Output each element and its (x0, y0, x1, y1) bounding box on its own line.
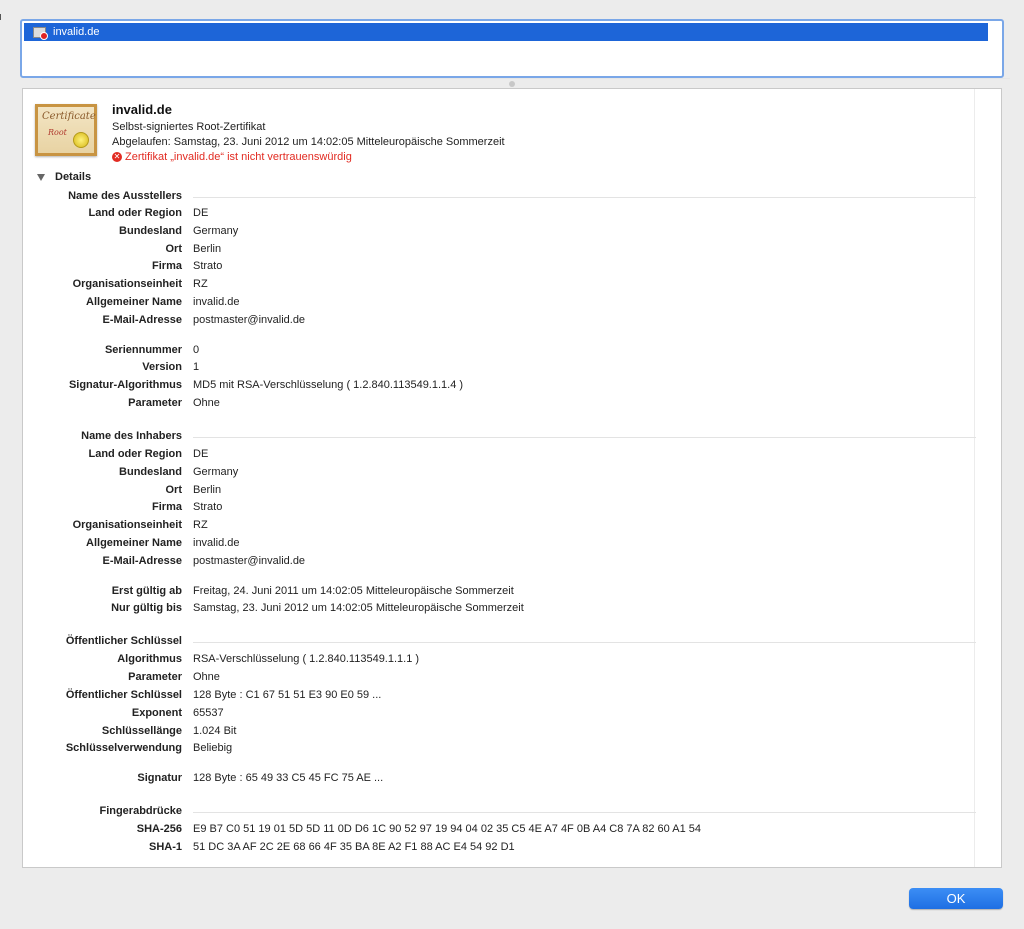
detail-value: Ohne (193, 397, 220, 409)
trust-warning-text: Zertifikat „invalid.de“ ist nicht vertra… (125, 151, 352, 163)
error-icon: ✕ (112, 152, 122, 162)
detail-value: Samstag, 23. Juni 2012 um 14:02:05 Mitte… (193, 602, 524, 614)
detail-label: Ort (165, 243, 183, 255)
detail-label: Exponent (131, 707, 182, 719)
detail-value: Beliebig (193, 742, 233, 754)
section-separator (193, 812, 976, 813)
detail-label: Signatur-Algorithmus (68, 379, 182, 391)
detail-label: Organisationseinheit (72, 519, 182, 531)
detail-value: RSA-Verschlüsselung ( 1.2.840.113549.1.1… (193, 653, 420, 665)
detail-value: Berlin (193, 484, 222, 496)
certificate-detail-panel[interactable]: Certificate Root invalid.de Selbst-signi… (22, 88, 1002, 868)
detail-value: DE (193, 448, 209, 460)
detail-value: MD5 mit RSA-Verschlüsselung ( 1.2.840.11… (193, 379, 464, 391)
detail-value: 128 Byte : 65 49 33 C5 45 FC 75 AE ... (193, 772, 384, 784)
section-title: Öffentlicher Schlüssel (65, 635, 182, 647)
split-view-handle[interactable] (509, 81, 515, 87)
detail-value: 0 (193, 344, 200, 356)
section-separator (193, 642, 976, 643)
detail-value: Germany (193, 466, 239, 478)
details-label: Details (55, 171, 92, 183)
detail-label: Bundesland (119, 225, 182, 237)
detail-value: Berlin (193, 243, 222, 255)
detail-label: Allgemeiner Name (86, 296, 182, 308)
detail-value: Strato (193, 501, 223, 513)
detail-label: Firma (152, 260, 182, 272)
detail-label: Ort (165, 484, 183, 496)
detail-label: E-Mail-Adresse (102, 555, 182, 567)
detail-label: Nur gültig bis (111, 602, 182, 614)
certificate-title: invalid.de (112, 102, 172, 117)
detail-value: Freitag, 24. Juni 2011 um 14:02:05 Mitte… (193, 585, 514, 597)
section-title: Name des Ausstellers (68, 190, 182, 202)
detail-label: Algorithmus (117, 653, 182, 665)
tree-item-label: invalid.de (53, 26, 100, 38)
detail-value: 51 DC 3A AF 2C 2E 68 66 4F 35 BA 8E A2 F… (193, 841, 515, 853)
certificate-expiry: Abgelaufen: Samstag, 23. Juni 2012 um 14… (112, 136, 505, 148)
detail-label: Land oder Region (88, 207, 183, 219)
detail-label: Parameter (128, 671, 182, 683)
detail-value: 1.024 Bit (193, 725, 237, 737)
detail-value: postmaster@invalid.de (193, 314, 306, 326)
tree-item-selected[interactable]: invalid.de (24, 23, 988, 41)
detail-label: Öffentlicher Schlüssel (65, 689, 182, 701)
section-separator (193, 197, 976, 198)
certificate-icon-root-text: Root (48, 128, 67, 137)
detail-label: SHA-256 (136, 823, 182, 835)
detail-label: Version (142, 361, 182, 373)
detail-label: SHA-1 (148, 841, 182, 853)
detail-value: 65537 (193, 707, 224, 719)
window-edge-mark (0, 14, 1, 20)
detail-value: RZ (193, 519, 208, 531)
certificate-icon-text: Certificate (42, 111, 96, 122)
detail-value: RZ (193, 278, 208, 290)
detail-label: Firma (152, 501, 182, 513)
detail-label: Schlüssellänge (101, 725, 182, 737)
detail-value: 1 (193, 361, 200, 373)
detail-label: Parameter (128, 397, 182, 409)
detail-value: Ohne (193, 671, 220, 683)
detail-label: Schlüsselverwendung (65, 742, 182, 754)
ok-button[interactable]: OK (909, 888, 1003, 909)
invalid-certificate-icon (33, 26, 48, 40)
detail-value: invalid.de (193, 537, 240, 549)
detail-label: Land oder Region (88, 448, 183, 460)
detail-label: Signatur (137, 772, 182, 784)
panel-inner-divider (974, 89, 975, 867)
detail-value: DE (193, 207, 209, 219)
section-separator (193, 437, 976, 438)
seal-icon (73, 132, 89, 148)
section-title: Name des Inhabers (81, 430, 182, 442)
detail-label: E-Mail-Adresse (102, 314, 182, 326)
certificate-icon: Certificate Root (35, 104, 97, 156)
trust-warning: ✕ Zertifikat „invalid.de“ ist nicht vert… (112, 151, 352, 163)
detail-value: postmaster@invalid.de (193, 555, 306, 567)
detail-label: Seriennummer (104, 344, 182, 356)
detail-label: Allgemeiner Name (86, 537, 182, 549)
detail-value: 128 Byte : C1 67 51 51 E3 90 E0 59 ... (193, 689, 382, 701)
detail-label: Erst gültig ab (111, 585, 182, 597)
disclosure-triangle-icon[interactable] (37, 173, 45, 181)
detail-value: Germany (193, 225, 239, 237)
detail-label: Organisationseinheit (72, 278, 182, 290)
detail-label: Bundesland (119, 466, 182, 478)
certificate-tree[interactable]: invalid.de (20, 19, 1010, 79)
detail-value: Strato (193, 260, 223, 272)
details-disclosure[interactable]: Details (37, 171, 91, 183)
detail-value: E9 B7 C0 51 19 01 5D 5D 11 0D D6 1C 90 5… (193, 823, 701, 835)
tree-divider (42, 78, 1010, 79)
detail-value: invalid.de (193, 296, 240, 308)
section-title: Fingerabdrücke (99, 805, 182, 817)
certificate-type: Selbst-signiertes Root-Zertifikat (112, 121, 266, 133)
